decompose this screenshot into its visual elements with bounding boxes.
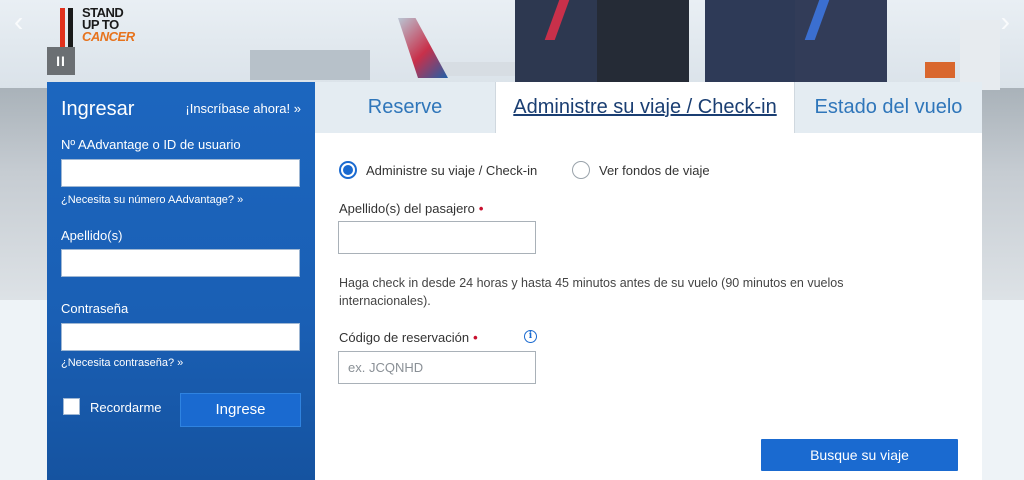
radio-manage-trip[interactable] <box>339 161 357 179</box>
hero-crew-member <box>705 0 797 95</box>
passenger-lastname-label: Apellido(s) del pasajero • <box>339 201 483 216</box>
pause-icon[interactable]: II <box>47 47 75 75</box>
password-input[interactable] <box>61 323 300 351</box>
required-mark: • <box>473 330 478 345</box>
hero-ground-vehicle <box>925 62 955 78</box>
booking-tabs: Reserve Administre su viaje / Check-in E… <box>315 82 982 133</box>
tab-manage-label: Administre su viaje / Check-in <box>513 96 777 118</box>
checkin-note: Haga check in desde 24 horas y hasta 45 … <box>339 276 844 308</box>
hero-plane-tail <box>398 18 448 78</box>
info-icon[interactable]: i <box>524 330 537 343</box>
lastname-input[interactable] <box>61 249 300 277</box>
password-label: Contraseña <box>61 301 129 316</box>
record-locator-field[interactable] <box>338 351 536 384</box>
radio-manage-trip-label[interactable]: Administre su viaje / Check-in <box>366 163 537 178</box>
tab-reserve[interactable]: Reserve <box>315 82 495 133</box>
required-mark: • <box>478 201 484 216</box>
tab-flight-status[interactable]: Estado del vuelo <box>795 82 982 133</box>
password-help-link[interactable]: ¿Necesita contraseña? » <box>61 357 183 369</box>
logo-text: STAND UP TO CANCER <box>82 6 135 44</box>
logo-line-3: CANCER <box>82 29 135 44</box>
lastname-label: Apellido(s) <box>61 228 123 243</box>
radio-travel-funds-label[interactable]: Ver fondos de viaje <box>599 163 710 178</box>
passenger-lastname-label-text: Apellido(s) del pasajero <box>339 201 475 216</box>
chevron-left-icon[interactable]: ‹ <box>14 6 23 38</box>
manage-trip-form: Administre su viaje / Check-in Ver fondo… <box>315 133 982 480</box>
logo-bars-icon <box>58 8 82 50</box>
chevron-right-icon[interactable]: › <box>1001 6 1010 38</box>
radio-travel-funds[interactable] <box>572 161 590 179</box>
hero-ground-equipment <box>960 20 1000 90</box>
record-locator-label-text: Código de reservación <box>339 330 470 345</box>
login-title: Ingresar <box>61 98 135 120</box>
passenger-lastname-input[interactable] <box>339 222 535 253</box>
hero-crew-member <box>597 0 689 95</box>
aadvantage-input[interactable] <box>61 159 300 187</box>
signup-link[interactable]: ¡Inscríbase ahora! » <box>185 101 301 116</box>
login-submit-button[interactable]: Ingrese <box>180 393 301 427</box>
search-trip-button[interactable]: Busque su viaje <box>761 439 958 471</box>
stand-up-to-cancer-logo[interactable]: STAND UP TO CANCER <box>58 4 168 52</box>
hero-terminal <box>250 50 370 80</box>
hero-crew-member <box>795 0 887 95</box>
record-locator-label: Código de reservación • <box>339 330 478 345</box>
remember-label: Recordarme <box>90 400 162 415</box>
aadvantage-label: Nº AAdvantage o ID de usuario <box>61 137 241 152</box>
tab-manage-trip[interactable]: Administre su viaje / Check-in <box>495 82 795 133</box>
record-locator-input[interactable] <box>339 352 535 383</box>
passenger-lastname-field[interactable] <box>338 221 536 254</box>
remember-checkbox[interactable] <box>63 398 80 415</box>
aadvantage-help-link[interactable]: ¿Necesita su número AAdvantage? » <box>61 194 243 206</box>
login-panel: Ingresar ¡Inscríbase ahora! » Nº AAdvant… <box>47 82 315 480</box>
